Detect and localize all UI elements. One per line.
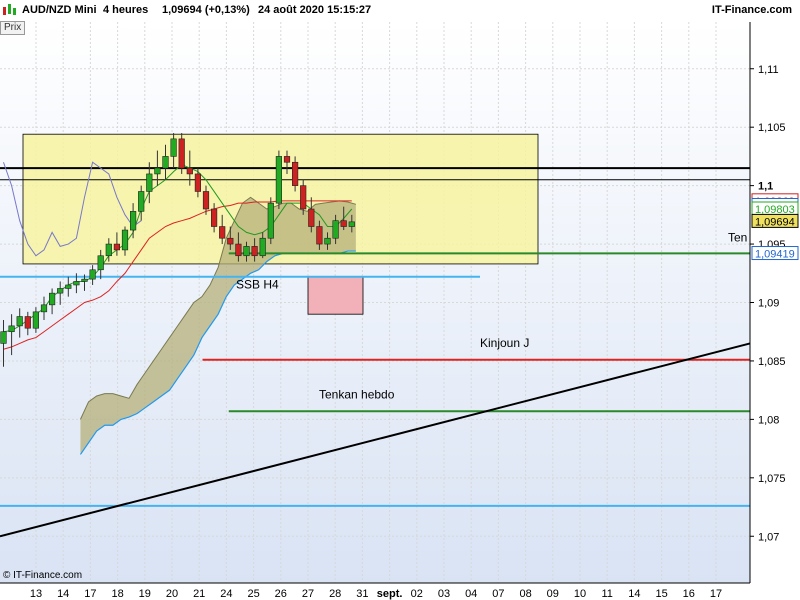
x-tick-label: 28 [329, 588, 341, 600]
x-tick-label: 02 [411, 588, 423, 600]
candle-body [186, 167, 193, 175]
candle-body [283, 156, 291, 163]
candle-body [300, 185, 307, 210]
x-tick-label: 10 [574, 588, 586, 600]
x-tick-label: sept. [377, 588, 403, 600]
x-tick-label: 16 [683, 588, 695, 600]
x-tick-label: 17 [710, 588, 722, 600]
y-tick-label: 1,1 [758, 181, 773, 193]
y-tick-label: 1,09 [758, 298, 779, 310]
candle-body [81, 278, 88, 282]
candle-body [227, 237, 234, 245]
y-tick-label: 1,08 [758, 414, 779, 426]
candle-body [65, 284, 72, 289]
price-tab[interactable]: Prix [0, 21, 26, 35]
x-tick-label: 08 [519, 588, 531, 600]
y-tick-label: 1,085 [758, 356, 786, 368]
annotation-label: Ten [728, 231, 747, 245]
x-tick-label: 25 [247, 588, 259, 600]
pink-zone [307, 276, 364, 315]
x-tick-label: 26 [275, 588, 287, 600]
candle-body [16, 316, 23, 327]
x-tick-label: 03 [438, 588, 450, 600]
candle-body [138, 191, 145, 212]
candle-body [113, 243, 120, 251]
x-tick-label: 11 [601, 588, 612, 600]
candle-body [267, 202, 274, 239]
candle-body [211, 208, 218, 227]
price-labels: 1,098691,098341,098031,096941,09419 [751, 193, 799, 261]
candle-body [121, 229, 129, 251]
x-tick-label: 14 [628, 588, 640, 600]
candle-body [340, 220, 347, 227]
candle-body [24, 316, 31, 329]
y-tick-label: 1,075 [758, 473, 786, 485]
chart-window: 13 14 17 18 19 20 21 24 25 26 27 28 31 sept. 02 03 04 07 0… [0, 0, 800, 600]
price-chart[interactable]: 13 14 17 18 19 20 21 24 25 26 27 28 31 sept. 02 03 04 07 0… [0, 0, 800, 600]
x-tick-label: 31 [356, 588, 368, 600]
candle-body [8, 325, 15, 333]
copyright-label: © IT-Finance.com [3, 570, 82, 581]
price-label-text: 1,09694 [755, 216, 795, 228]
candle-body [235, 243, 242, 257]
candle-body [259, 237, 266, 257]
candle-body [178, 138, 185, 169]
candle-body [97, 255, 104, 271]
x-tick-label: 21 [193, 588, 205, 600]
x-tick-label: 04 [465, 588, 477, 600]
candle-body [291, 161, 299, 186]
candle-body [162, 156, 169, 169]
x-tick-label: 20 [166, 588, 178, 600]
candle-body [146, 173, 153, 192]
x-tick-label: 19 [139, 588, 151, 600]
quote-label: 1,09694 (+0,13%) [162, 4, 250, 16]
candle-body [332, 220, 339, 239]
candle-body [194, 173, 202, 192]
x-tick-label: 09 [547, 588, 559, 600]
candle-body [40, 304, 48, 313]
x-tick-label: 15 [655, 588, 667, 600]
candle-body [324, 237, 331, 245]
candle-body [105, 243, 112, 257]
candle-body [170, 138, 177, 157]
y-tick-label: 1,11 [758, 64, 779, 76]
x-tick-label: 07 [492, 588, 504, 600]
candle-body [48, 292, 56, 306]
candle-body [73, 281, 80, 286]
candle-body [154, 167, 161, 175]
y-tick-label: 1,105 [758, 122, 786, 134]
candle-body [251, 246, 258, 257]
symbol-label: AUD/NZD Mini [22, 4, 97, 16]
candle-body [219, 226, 226, 239]
x-tick-label: 24 [220, 588, 232, 600]
chart-header: AUD/NZD Mini 4 heures 1,09694 (+0,13%) 2… [0, 0, 800, 22]
candle-body [130, 211, 137, 231]
x-tick-label: 18 [111, 588, 123, 600]
candle-body [202, 191, 210, 210]
chart-logo-icon [3, 4, 16, 15]
candle-body [348, 221, 355, 227]
x-tick-label: 14 [57, 588, 69, 600]
timeframe-label: 4 heures [103, 4, 149, 16]
y-tick-label: 1,07 [758, 531, 779, 543]
x-tick-label: 17 [84, 588, 96, 600]
candle-body [89, 269, 96, 280]
annotation-label: Kinjoun J [480, 336, 529, 350]
candle-body [0, 331, 7, 344]
candle-body [243, 246, 250, 257]
price-label-text: 1,09419 [755, 249, 795, 261]
brand-label: IT-Finance.com [711, 4, 792, 16]
x-tick-label: 13 [30, 588, 42, 600]
candle-body [316, 226, 323, 245]
candle-body [32, 311, 39, 329]
candle-body [308, 208, 315, 227]
datetime-label: 24 août 2020 15:15:27 [258, 4, 372, 16]
candle-body [57, 288, 64, 294]
candle-body [275, 156, 283, 204]
annotation-label: SSB H4 [236, 277, 279, 291]
annotation-label: Tenkan hebdo [319, 387, 395, 401]
x-tick-label: 27 [302, 588, 314, 600]
